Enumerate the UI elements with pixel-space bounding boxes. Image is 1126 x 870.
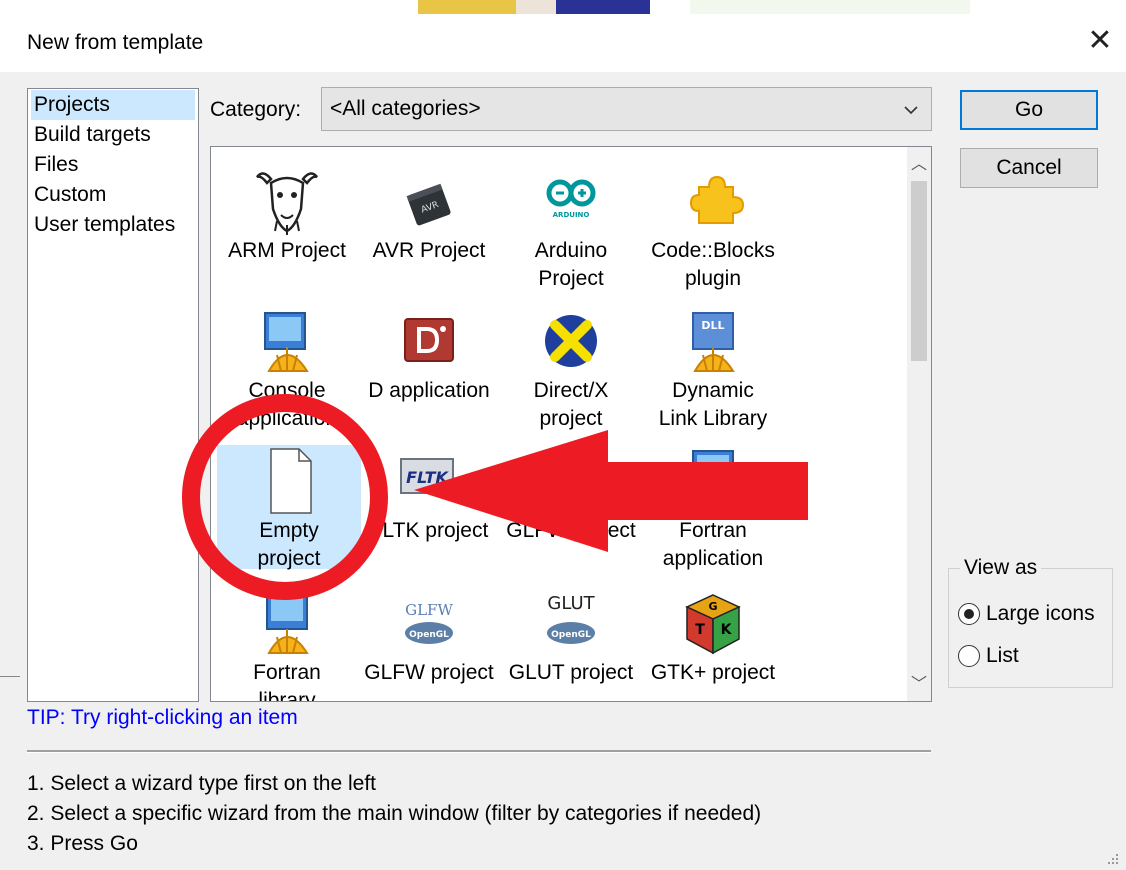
- template-item[interactable]: Direct/X project: [499, 305, 643, 433]
- template-label: D application: [368, 379, 490, 402]
- gtk-letter-k: K: [721, 622, 733, 638]
- template-label: Console application: [236, 379, 338, 430]
- template-item[interactable]: ARM Project: [215, 165, 359, 265]
- go-button[interactable]: Go: [960, 90, 1098, 130]
- puzzle-piece-icon: [689, 175, 745, 224]
- template-label: ARM Project: [228, 239, 346, 262]
- glfw-text: GLFW: [405, 601, 453, 619]
- sidebar-item-build-targets[interactable]: Build targets: [28, 120, 198, 150]
- sidebar-item-user-templates[interactable]: User templates: [28, 210, 198, 240]
- separator: [27, 750, 931, 753]
- template-label: Code::Blocks plugin: [651, 239, 775, 290]
- template-label: GLFW project: [364, 661, 494, 684]
- scroll-down-arrow-icon[interactable]: ﹀: [907, 673, 931, 697]
- opengl-text: OpenGL: [551, 630, 591, 640]
- template-label: GLFW project: [506, 519, 636, 542]
- template-item[interactable]: T K G GTK+ project: [641, 587, 785, 687]
- template-item[interactable]: Code::Blocks plugin: [641, 165, 785, 293]
- template-item[interactable]: FLTK FLTK project: [357, 445, 501, 545]
- fortran-app-icon: [692, 450, 735, 512]
- instruction-2: 2. Select a specific wizard from the mai…: [27, 802, 762, 825]
- sidebar-item-custom[interactable]: Custom: [28, 180, 198, 210]
- gtk-letter-g: G: [708, 600, 717, 613]
- radio-label: Large icons: [986, 602, 1095, 625]
- template-item[interactable]: Console application: [215, 305, 359, 433]
- background-fragment: [556, 0, 650, 14]
- template-label: Empty project: [257, 519, 321, 570]
- directx-icon: [545, 315, 597, 367]
- template-label: FLTK project: [369, 519, 489, 542]
- template-label: Dynamic Link Library: [658, 379, 768, 430]
- template-item[interactable]: GLFW project: [499, 445, 643, 545]
- cancel-button[interactable]: Cancel: [960, 148, 1098, 188]
- template-item[interactable]: ARDUINO Arduino Project: [499, 165, 643, 293]
- vertical-scrollbar[interactable]: ︿ ﹀: [907, 147, 931, 701]
- sidebar-item-projects[interactable]: Projects: [31, 90, 195, 120]
- fltk-text: FLTK: [406, 468, 449, 487]
- category-label: Category:: [210, 98, 302, 121]
- dll-icon: DLL: [692, 312, 735, 372]
- radio-list[interactable]: List: [958, 644, 1019, 668]
- avr-chip-icon: AVR: [406, 183, 451, 226]
- dll-text: DLL: [701, 319, 724, 332]
- scroll-up-arrow-icon[interactable]: ︿: [907, 153, 931, 177]
- opengl-text: OpenGL: [409, 630, 449, 640]
- gtk-cube-icon: T K G: [685, 594, 741, 655]
- background-fragment: [516, 0, 556, 14]
- template-label: Fortran application: [662, 519, 764, 570]
- template-item[interactable]: GLUT OpenGL GLUT project: [499, 587, 643, 687]
- gnu-icon: [256, 172, 318, 235]
- empty-file-icon: [270, 448, 312, 514]
- glfw-opengl-icon: [550, 450, 592, 488]
- wizard-type-list[interactable]: Projects Build targets Files Custom User…: [27, 88, 199, 702]
- template-grid[interactable]: ARM Project AVR AVR Project ARDUINO Ardu…: [210, 146, 932, 702]
- background-edge: [0, 676, 20, 677]
- template-item[interactable]: Fortran library: [215, 587, 359, 702]
- gtk-letter-t: T: [695, 622, 705, 638]
- new-from-template-dialog: New from template ✕ Projects Build targe…: [0, 14, 1126, 870]
- template-item[interactable]: D application: [357, 305, 501, 405]
- background-fragment: [418, 0, 516, 14]
- glut-text: GLUT: [547, 593, 595, 614]
- scrollbar-thumb[interactable]: [911, 181, 927, 361]
- instruction-3: 3. Press Go: [27, 832, 138, 855]
- glfw-opengl-icon: GLFW OpenGL: [405, 601, 453, 644]
- instruction-1: 1. Select a wizard type first on the lef…: [27, 772, 377, 795]
- template-label: GLUT project: [508, 661, 634, 684]
- view-as-title: View as: [960, 556, 1042, 580]
- view-as-group: [948, 568, 1113, 688]
- background-strip: [0, 0, 1126, 14]
- template-label: GTK+ project: [650, 661, 776, 684]
- radio-unchecked-icon[interactable]: [958, 645, 980, 667]
- fltk-icon: FLTK: [400, 458, 454, 494]
- arduino-text: ARDUINO: [553, 211, 590, 219]
- template-item[interactable]: DLL Dynamic Link Library: [641, 305, 785, 433]
- background-fragment: [690, 0, 970, 14]
- chevron-down-icon: [904, 106, 918, 115]
- title-bar: New from template ✕: [0, 14, 1126, 72]
- tip-text: TIP: Try right-clicking an item: [27, 706, 298, 729]
- sidebar-item-files[interactable]: Files: [28, 150, 198, 180]
- template-label: Direct/X project: [533, 379, 609, 430]
- dialog-title: New from template: [27, 31, 204, 54]
- console-app-icon: [264, 312, 309, 372]
- template-label: AVR Project: [372, 239, 486, 262]
- fortran-lib-icon: [266, 592, 309, 654]
- glut-opengl-icon: GLUT OpenGL: [547, 593, 596, 644]
- close-icon[interactable]: ✕: [1083, 24, 1117, 58]
- template-item[interactable]: GLFW OpenGL GLFW project: [357, 587, 501, 687]
- template-label: Fortran library: [253, 661, 321, 702]
- d-app-icon: [404, 318, 454, 362]
- template-item-empty-project[interactable]: Empty project: [217, 445, 361, 570]
- template-label: Arduino Project: [534, 239, 608, 290]
- radio-checked-icon[interactable]: [958, 603, 980, 625]
- radio-large-icons[interactable]: Large icons: [958, 602, 1095, 626]
- resize-grip-icon[interactable]: [1106, 852, 1120, 866]
- template-item[interactable]: Fortran application: [641, 445, 785, 573]
- category-select[interactable]: <All categories>: [321, 87, 932, 131]
- category-value: <All categories>: [330, 97, 481, 120]
- arduino-icon: ARDUINO: [546, 179, 596, 219]
- radio-label: List: [986, 644, 1019, 667]
- template-item[interactable]: AVR AVR Project: [357, 165, 501, 265]
